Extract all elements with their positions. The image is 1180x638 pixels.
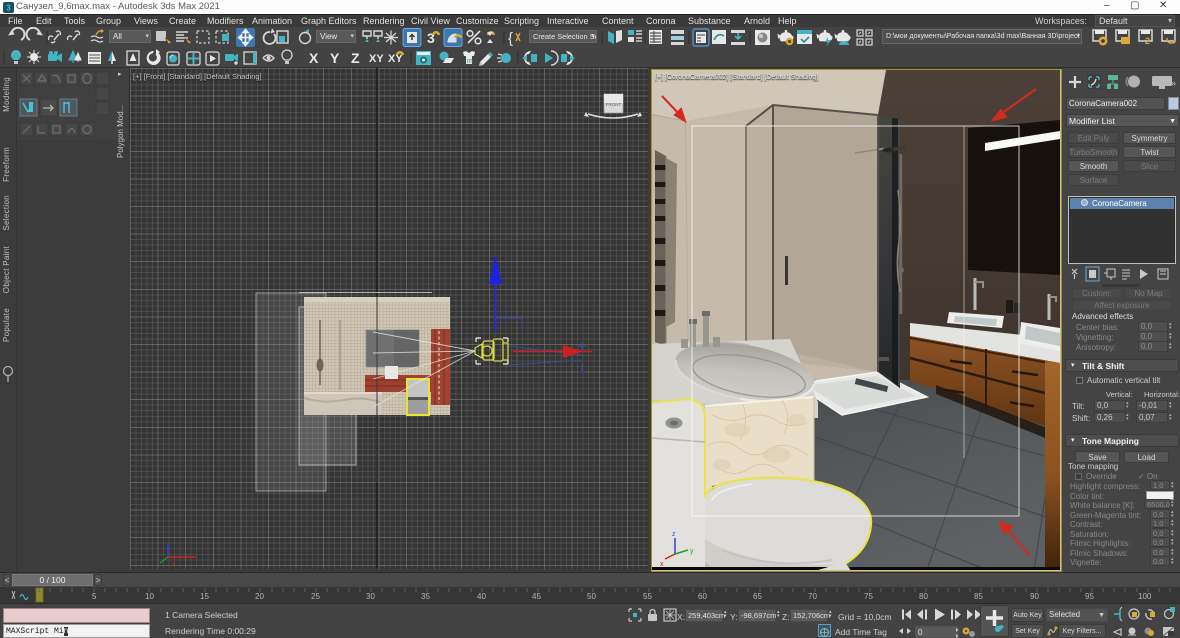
svg-text:{: { <box>508 30 513 47</box>
svg-text:»: » <box>1171 78 1176 88</box>
svg-text:0: 0 <box>918 628 923 637</box>
svg-text:3: 3 <box>6 4 11 13</box>
svg-text:Y: Y <box>330 50 340 66</box>
svg-text:XY: XY <box>388 53 403 65</box>
svg-text:2: 2 <box>1145 36 1150 46</box>
svg-text:x: x <box>660 561 664 568</box>
svg-text:XY: XY <box>369 53 384 65</box>
svg-text:z: z <box>672 531 676 538</box>
svg-text:m: m <box>467 58 473 65</box>
svg-text:y: y <box>690 548 694 555</box>
svg-text:FRONT: FRONT <box>606 102 622 107</box>
svg-text:X: X <box>309 50 319 66</box>
svg-text:x: x <box>172 561 176 568</box>
svg-text:Z: Z <box>351 50 360 66</box>
